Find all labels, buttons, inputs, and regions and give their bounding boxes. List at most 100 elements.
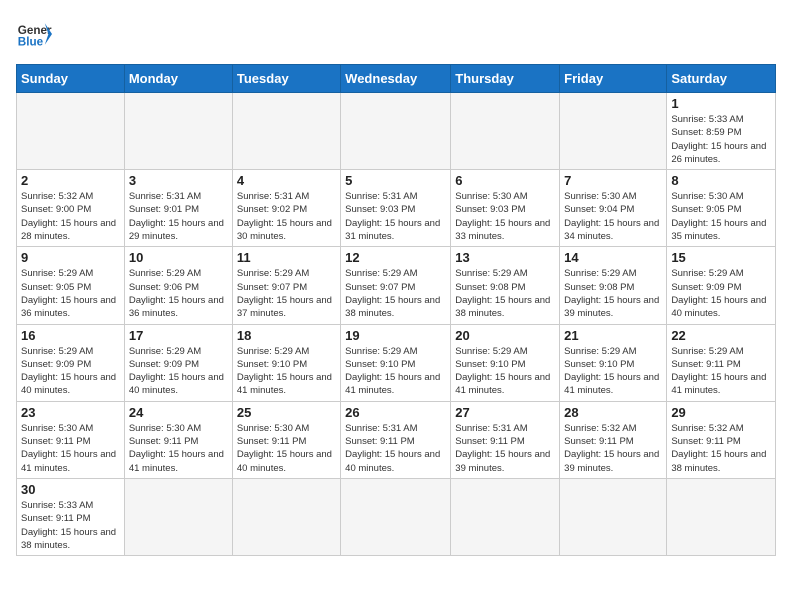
calendar-cell: 21Sunrise: 5:29 AM Sunset: 9:10 PM Dayli… (560, 324, 667, 401)
calendar-cell (667, 478, 776, 555)
calendar-week-2: 2Sunrise: 5:32 AM Sunset: 9:00 PM Daylig… (17, 170, 776, 247)
header-wednesday: Wednesday (341, 65, 451, 93)
calendar-cell: 14 Sunrise: 5:29 AM Sunset: 9:08 PM Dayli… (560, 247, 667, 324)
svg-text:Blue: Blue (18, 36, 44, 49)
calendar-cell: 16Sunrise: 5:29 AM Sunset: 9:09 PM Dayli… (17, 324, 125, 401)
day-number: 24 (129, 405, 228, 420)
calendar-cell: 26 Sunrise: 5:31 AM Sunset: 9:11 PM Dayli… (341, 401, 451, 478)
day-info: Sunrise: 5:29 AM Sunset: 9:10 PM Dayligh… (345, 345, 446, 398)
calendar-cell: 4 Sunrise: 5:31 AM Sunset: 9:02 PM Daylig… (232, 170, 340, 247)
calendar-cell (341, 93, 451, 170)
calendar-cell: 23 Sunrise: 5:30 AM Sunset: 9:11 PM Dayli… (17, 401, 125, 478)
day-number: 15 (671, 250, 771, 265)
calendar-cell: 6Sunrise: 5:30 AM Sunset: 9:03 PM Daylig… (451, 170, 560, 247)
calendar-table: SundayMondayTuesdayWednesdayThursdayFrid… (16, 64, 776, 556)
day-info: Sunrise: 5:29 AM Sunset: 9:09 PM Dayligh… (671, 267, 771, 320)
day-number: 10 (129, 250, 228, 265)
calendar-cell: 25 Sunrise: 5:30 AM Sunset: 9:11 PM Dayli… (232, 401, 340, 478)
calendar-cell: 17Sunrise: 5:29 AM Sunset: 9:09 PM Dayli… (124, 324, 232, 401)
day-number: 28 (564, 405, 662, 420)
day-info: Sunrise: 5:29 AM Sunset: 9:07 PM Dayligh… (237, 267, 336, 320)
calendar-cell: 28 Sunrise: 5:32 AM Sunset: 9:11 PM Dayli… (560, 401, 667, 478)
calendar-cell: 10 Sunrise: 5:29 AM Sunset: 9:06 PM Dayli… (124, 247, 232, 324)
day-info: Sunrise: 5:29 AM Sunset: 9:08 PM Dayligh… (564, 267, 662, 320)
calendar-week-3: 9 Sunrise: 5:29 AM Sunset: 9:05 PM Daylig… (17, 247, 776, 324)
day-number: 18 (237, 328, 336, 343)
day-number: 26 (345, 405, 446, 420)
header-monday: Monday (124, 65, 232, 93)
header-saturday: Saturday (667, 65, 776, 93)
day-number: 9 (21, 250, 120, 265)
day-number: 3 (129, 173, 228, 188)
calendar-header-row: SundayMondayTuesdayWednesdayThursdayFrid… (17, 65, 776, 93)
calendar-cell: 22Sunrise: 5:29 AM Sunset: 9:11 PM Dayli… (667, 324, 776, 401)
calendar-cell: 2Sunrise: 5:32 AM Sunset: 9:00 PM Daylig… (17, 170, 125, 247)
day-info: Sunrise: 5:29 AM Sunset: 9:10 PM Dayligh… (455, 345, 555, 398)
calendar-cell (451, 93, 560, 170)
day-info: Sunrise: 5:30 AM Sunset: 9:03 PM Dayligh… (455, 190, 555, 243)
day-number: 13 (455, 250, 555, 265)
calendar-cell (341, 478, 451, 555)
calendar-week-4: 16Sunrise: 5:29 AM Sunset: 9:09 PM Dayli… (17, 324, 776, 401)
calendar-cell (560, 93, 667, 170)
day-info: Sunrise: 5:31 AM Sunset: 9:02 PM Dayligh… (237, 190, 336, 243)
day-info: Sunrise: 5:30 AM Sunset: 9:11 PM Dayligh… (21, 422, 120, 475)
day-info: Sunrise: 5:32 AM Sunset: 9:00 PM Dayligh… (21, 190, 120, 243)
calendar-cell: 8Sunrise: 5:30 AM Sunset: 9:05 PM Daylig… (667, 170, 776, 247)
calendar-cell: 3 Sunrise: 5:31 AM Sunset: 9:01 PM Daylig… (124, 170, 232, 247)
calendar-cell: 18 Sunrise: 5:29 AM Sunset: 9:10 PM Dayli… (232, 324, 340, 401)
day-info: Sunrise: 5:29 AM Sunset: 9:06 PM Dayligh… (129, 267, 228, 320)
calendar-cell (124, 478, 232, 555)
day-number: 20 (455, 328, 555, 343)
day-number: 19 (345, 328, 446, 343)
day-info: Sunrise: 5:32 AM Sunset: 9:11 PM Dayligh… (564, 422, 662, 475)
calendar-cell: 11 Sunrise: 5:29 AM Sunset: 9:07 PM Dayli… (232, 247, 340, 324)
day-info: Sunrise: 5:30 AM Sunset: 9:11 PM Dayligh… (237, 422, 336, 475)
day-number: 4 (237, 173, 336, 188)
day-number: 12 (345, 250, 446, 265)
logo-icon: General Blue (16, 16, 52, 52)
calendar-cell (560, 478, 667, 555)
day-info: Sunrise: 5:29 AM Sunset: 9:11 PM Dayligh… (671, 345, 771, 398)
day-info: Sunrise: 5:33 AM Sunset: 9:11 PM Dayligh… (21, 499, 120, 552)
day-number: 30 (21, 482, 120, 497)
day-number: 14 (564, 250, 662, 265)
calendar-cell: 27Sunrise: 5:31 AM Sunset: 9:11 PM Dayli… (451, 401, 560, 478)
calendar-cell (124, 93, 232, 170)
day-number: 17 (129, 328, 228, 343)
day-number: 5 (345, 173, 446, 188)
calendar-cell: 29Sunrise: 5:32 AM Sunset: 9:11 PM Dayli… (667, 401, 776, 478)
calendar-cell: 12 Sunrise: 5:29 AM Sunset: 9:07 PM Dayli… (341, 247, 451, 324)
header-sunday: Sunday (17, 65, 125, 93)
calendar-cell: 30 Sunrise: 5:33 AM Sunset: 9:11 PM Dayli… (17, 478, 125, 555)
page-header: General Blue (16, 16, 776, 52)
calendar-cell (17, 93, 125, 170)
day-number: 11 (237, 250, 336, 265)
day-number: 23 (21, 405, 120, 420)
day-info: Sunrise: 5:31 AM Sunset: 9:11 PM Dayligh… (345, 422, 446, 475)
day-info: Sunrise: 5:29 AM Sunset: 9:07 PM Dayligh… (345, 267, 446, 320)
calendar-cell: 1Sunrise: 5:33 AM Sunset: 8:59 PM Daylig… (667, 93, 776, 170)
calendar-week-6: 30 Sunrise: 5:33 AM Sunset: 9:11 PM Dayli… (17, 478, 776, 555)
calendar-cell (232, 478, 340, 555)
day-number: 7 (564, 173, 662, 188)
logo: General Blue (16, 16, 52, 52)
calendar-cell: 19 Sunrise: 5:29 AM Sunset: 9:10 PM Dayli… (341, 324, 451, 401)
day-info: Sunrise: 5:29 AM Sunset: 9:05 PM Dayligh… (21, 267, 120, 320)
calendar-cell: 7 Sunrise: 5:30 AM Sunset: 9:04 PM Daylig… (560, 170, 667, 247)
day-info: Sunrise: 5:29 AM Sunset: 9:10 PM Dayligh… (564, 345, 662, 398)
calendar-cell: 20 Sunrise: 5:29 AM Sunset: 9:10 PM Dayli… (451, 324, 560, 401)
day-info: Sunrise: 5:29 AM Sunset: 9:10 PM Dayligh… (237, 345, 336, 398)
day-number: 29 (671, 405, 771, 420)
calendar-week-5: 23 Sunrise: 5:30 AM Sunset: 9:11 PM Dayli… (17, 401, 776, 478)
day-number: 25 (237, 405, 336, 420)
day-info: Sunrise: 5:31 AM Sunset: 9:03 PM Dayligh… (345, 190, 446, 243)
header-friday: Friday (560, 65, 667, 93)
day-info: Sunrise: 5:33 AM Sunset: 8:59 PM Dayligh… (671, 113, 771, 166)
day-info: Sunrise: 5:30 AM Sunset: 9:04 PM Dayligh… (564, 190, 662, 243)
day-info: Sunrise: 5:31 AM Sunset: 9:01 PM Dayligh… (129, 190, 228, 243)
calendar-week-1: 1Sunrise: 5:33 AM Sunset: 8:59 PM Daylig… (17, 93, 776, 170)
calendar-cell: 9 Sunrise: 5:29 AM Sunset: 9:05 PM Daylig… (17, 247, 125, 324)
calendar-cell: 5 Sunrise: 5:31 AM Sunset: 9:03 PM Daylig… (341, 170, 451, 247)
calendar-cell (232, 93, 340, 170)
